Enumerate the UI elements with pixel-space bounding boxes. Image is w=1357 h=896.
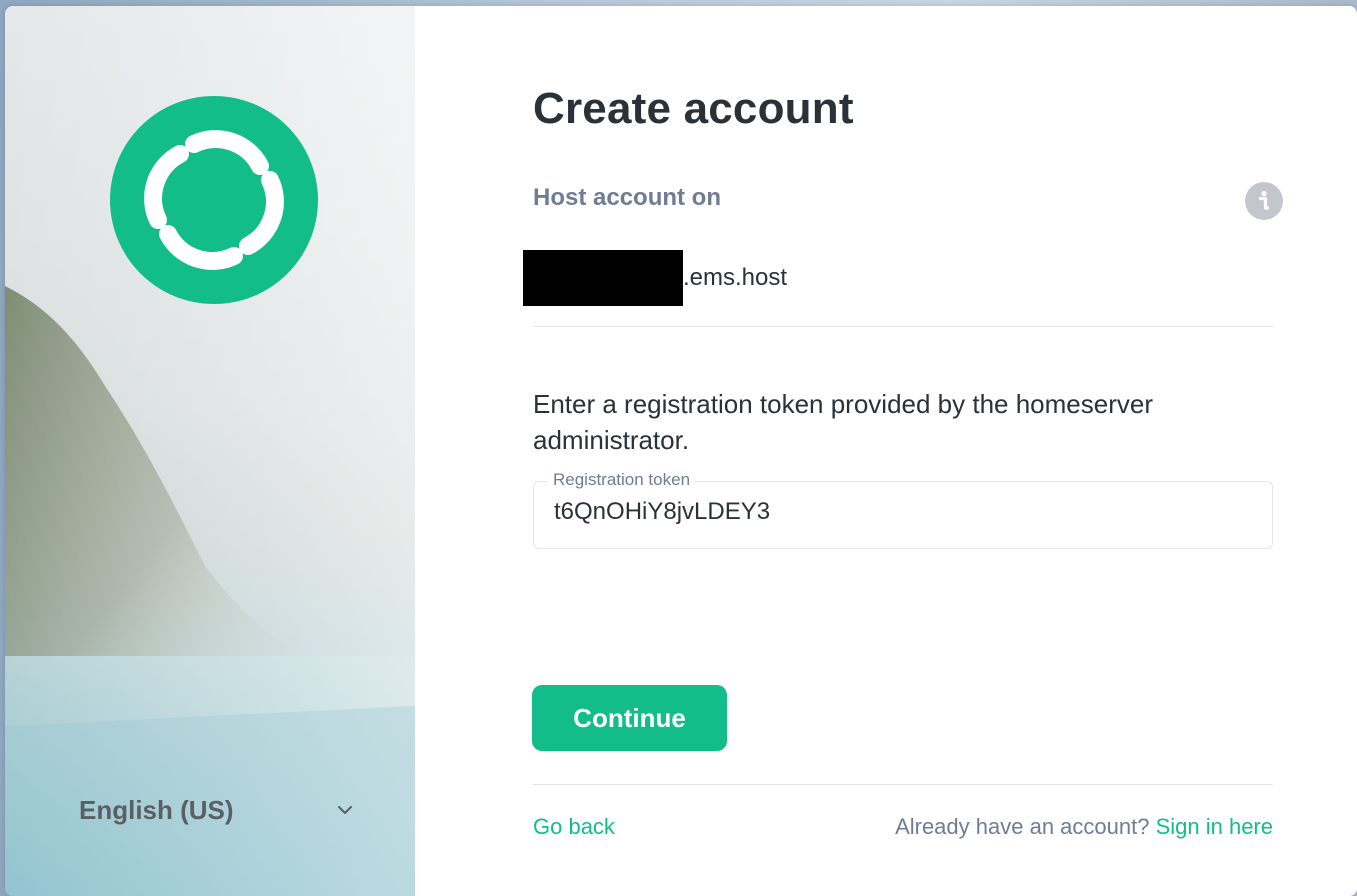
divider xyxy=(533,326,1273,327)
homeserver-display: .ems.host xyxy=(523,250,787,306)
registration-token-field[interactable]: Registration token xyxy=(533,470,1273,549)
auth-card: English (US) Create account Host account… xyxy=(5,6,1357,896)
sidebar-panel: English (US) xyxy=(5,6,415,896)
element-logo-icon xyxy=(110,96,318,304)
continue-button[interactable]: Continue xyxy=(532,685,727,751)
host-label: Host account on xyxy=(533,184,722,211)
language-select[interactable]: English (US) xyxy=(67,786,367,834)
sign-in-prompt: Already have an account? Sign in here xyxy=(895,814,1273,840)
form-panel: Create account Host account on .ems.host… xyxy=(415,6,1357,896)
info-icon[interactable] xyxy=(1245,182,1283,220)
already-have-account-text: Already have an account? xyxy=(895,814,1156,839)
go-back-link[interactable]: Go back xyxy=(533,814,615,840)
language-label: English (US) xyxy=(79,794,234,825)
host-suffix: .ems.host xyxy=(683,264,788,291)
redaction-block xyxy=(523,250,683,306)
sign-in-link[interactable]: Sign in here xyxy=(1156,814,1273,839)
registration-token-input[interactable] xyxy=(554,498,1254,526)
footer-row: Go back Already have an account? Sign in… xyxy=(533,814,1273,840)
page-title: Create account xyxy=(533,84,854,133)
registration-token-label: Registration token xyxy=(548,470,696,490)
divider xyxy=(533,784,1273,785)
instructions-text: Enter a registration token provided by t… xyxy=(533,389,1154,455)
chevron-down-icon xyxy=(335,800,355,820)
